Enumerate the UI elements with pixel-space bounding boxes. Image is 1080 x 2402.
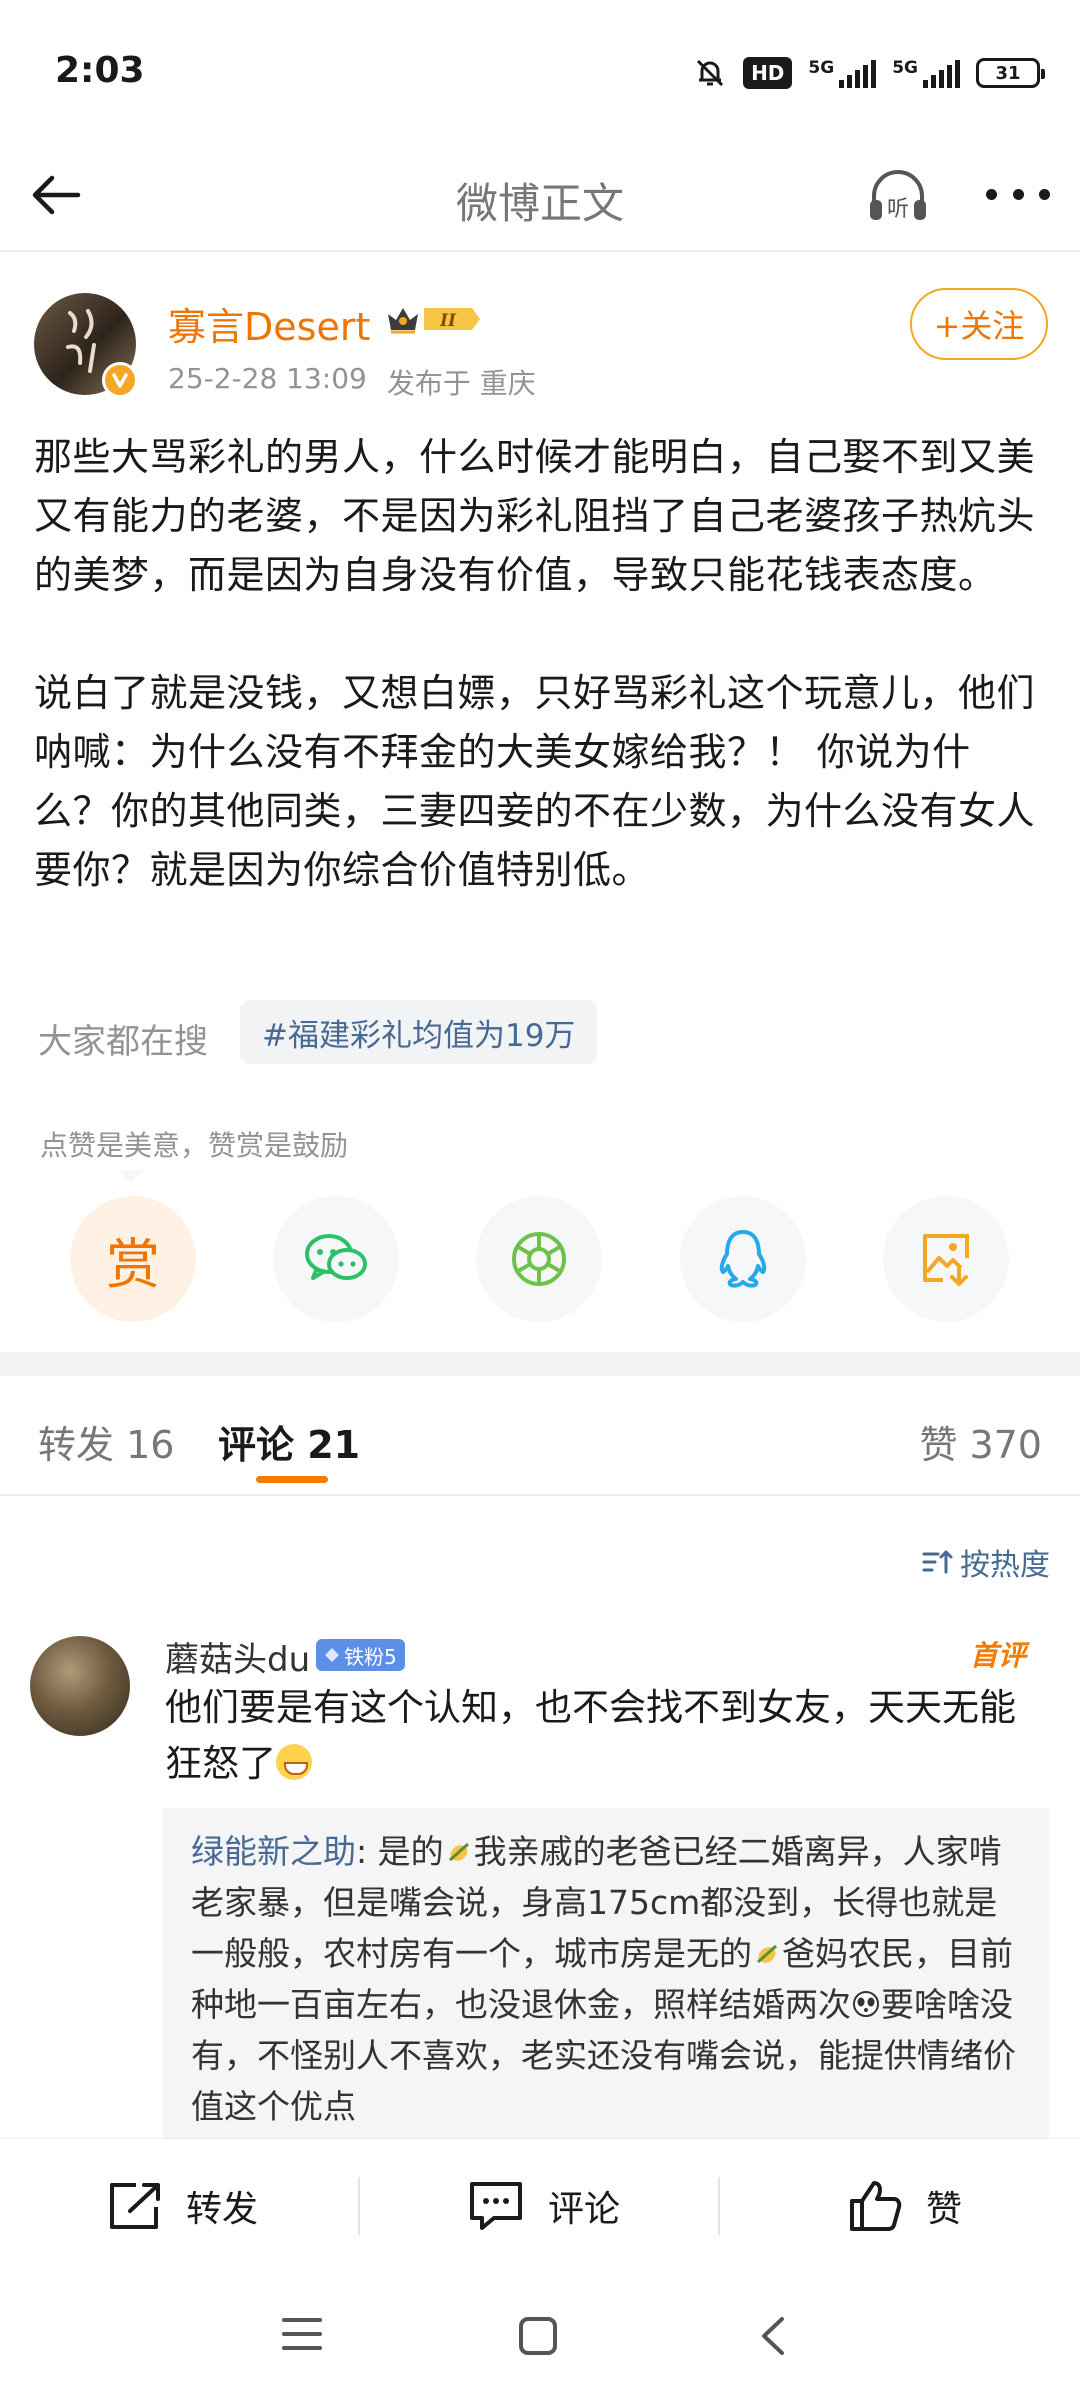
share-save-image-button[interactable]: [883, 1196, 1009, 1322]
hd-badge: HD: [743, 57, 793, 89]
bug-emoji-icon: [448, 1842, 469, 1862]
reply-preview[interactable]: 绿能新之助: 是的 我亲戚的老爸已经二婚离异，人家啃老家暴，但是嘴会说，身高175…: [163, 1808, 1049, 2138]
listen-headphones-icon[interactable]: 听: [864, 164, 932, 228]
interaction-tabs: 转发 16 评论 21 赞 370: [0, 1376, 1080, 1494]
bug-emoji-icon: [757, 1944, 777, 1964]
sort-by-heat-button[interactable]: 按热度: [922, 1540, 1050, 1584]
commenter-name[interactable]: 蘑菇头du: [165, 1632, 310, 1681]
like-button[interactable]: 赞: [846, 2139, 962, 2273]
repost-button[interactable]: 转发: [106, 2139, 258, 2273]
status-bar: 2:03 HD 5G 5G 31: [0, 0, 1080, 140]
reward-button[interactable]: 赏: [70, 1196, 196, 1322]
trending-label: 大家都在搜: [38, 1022, 208, 1062]
reward-hint: 点赞是美意，赞赏是鼓励: [40, 1129, 349, 1162]
fan-level-badge: 铁粉5: [316, 1639, 405, 1671]
reply-author[interactable]: 绿能新之助: [191, 1832, 356, 1871]
diamond-icon: [325, 1648, 339, 1662]
comment-icon: [470, 2182, 522, 2230]
share-qq-button[interactable]: [680, 1196, 806, 1322]
sort-label: 按热度: [960, 1548, 1050, 1583]
svg-text:听: 听: [887, 197, 909, 222]
tab-likes[interactable]: 赞 370: [919, 1414, 1042, 1469]
sort-icon: [922, 1550, 953, 1574]
thumbs-up-icon: [850, 2181, 902, 2231]
active-tab-indicator: [256, 1476, 328, 1483]
like-label: 赞: [926, 2189, 963, 2230]
reward-label: 赏: [106, 1232, 160, 1296]
repost-label: 转发: [186, 2189, 259, 2230]
comment-label: 评论: [548, 2189, 621, 2230]
reply-text-1: : 是的: [356, 1832, 444, 1871]
panda-emoji-icon: [853, 1991, 879, 2017]
wechat-icon: [305, 1234, 367, 1280]
post-meta: 25-2-28 13:09 发布于 重庆: [168, 362, 536, 402]
top-nav: 微博正文 听: [0, 140, 1080, 250]
tab-comments[interactable]: 评论 21: [218, 1414, 360, 1469]
signal-icon-2: 5G: [892, 58, 960, 88]
fan-badge-label: 铁粉5: [344, 1644, 397, 1669]
toolbar-separator: [718, 2177, 720, 2235]
share-wechat-button[interactable]: [273, 1196, 399, 1322]
moments-icon: [512, 1232, 566, 1286]
tooltip-pointer: [118, 1170, 144, 1183]
qq-icon: [719, 1230, 767, 1288]
status-icons: HD 5G 5G 31: [693, 56, 1045, 90]
system-back-icon[interactable]: [758, 2316, 786, 2356]
commenter-avatar[interactable]: [30, 1636, 130, 1736]
tab-reposts[interactable]: 转发 16: [38, 1414, 174, 1469]
status-time: 2:03: [55, 50, 145, 91]
section-divider: [0, 1352, 1080, 1376]
author-name[interactable]: 寡言Desert: [168, 296, 370, 351]
bottom-action-bar: 转发 评论 赞: [0, 2138, 1080, 2272]
post-paragraph: 那些大骂彩礼的男人，什么时候才能明白，自己娶不到又美又有能力的老婆，不是因为彩礼…: [34, 435, 1036, 597]
mute-bell-icon: [697, 59, 724, 87]
comment-button[interactable]: 评论: [466, 2139, 620, 2273]
repost-icon: [110, 2183, 160, 2229]
share-row: 赏: [0, 1196, 1080, 1326]
post-paragraph: 说白了就是没钱，又想白嫖，只好骂彩礼这个玩意儿，他们呐喊：为什么没有不拜金的大美…: [34, 671, 1036, 892]
avatar-calligraphy-image: [66, 309, 96, 373]
svg-text:II: II: [439, 311, 457, 331]
recent-apps-icon[interactable]: [282, 2316, 322, 2352]
nav-divider: [0, 250, 1080, 252]
comment-text: 他们要是有这个认知，也不会找不到女友，天天无能狂怒了: [165, 1680, 1040, 1792]
toolbar-separator: [358, 2177, 360, 2235]
tabs-divider: [0, 1494, 1080, 1496]
save-image-icon: [923, 1234, 969, 1286]
post-body: 那些大骂彩礼的男人，什么时候才能明白，自己娶不到又美又有能力的老婆，不是因为彩礼…: [34, 428, 1044, 900]
verified-v-icon: [102, 362, 138, 398]
battery-icon: 31: [976, 58, 1045, 88]
trending-topic-chip[interactable]: #福建彩礼均值为19万: [240, 1000, 598, 1064]
grin-emoji-icon: [276, 1744, 312, 1780]
vip-crown-badge-icon: II: [388, 308, 480, 334]
signal-icon-1: 5G: [808, 58, 877, 88]
system-nav-bar: [0, 2272, 1080, 2402]
post-date: 25-2-28 13:09: [168, 362, 367, 395]
home-icon[interactable]: [518, 2316, 558, 2356]
share-moments-button[interactable]: [476, 1196, 602, 1322]
more-options-icon[interactable]: [986, 174, 1050, 214]
post-location: 发布于 重庆: [386, 367, 536, 400]
first-comment-tag: 首评: [969, 1639, 1026, 1672]
follow-button[interactable]: +关注: [910, 288, 1048, 360]
